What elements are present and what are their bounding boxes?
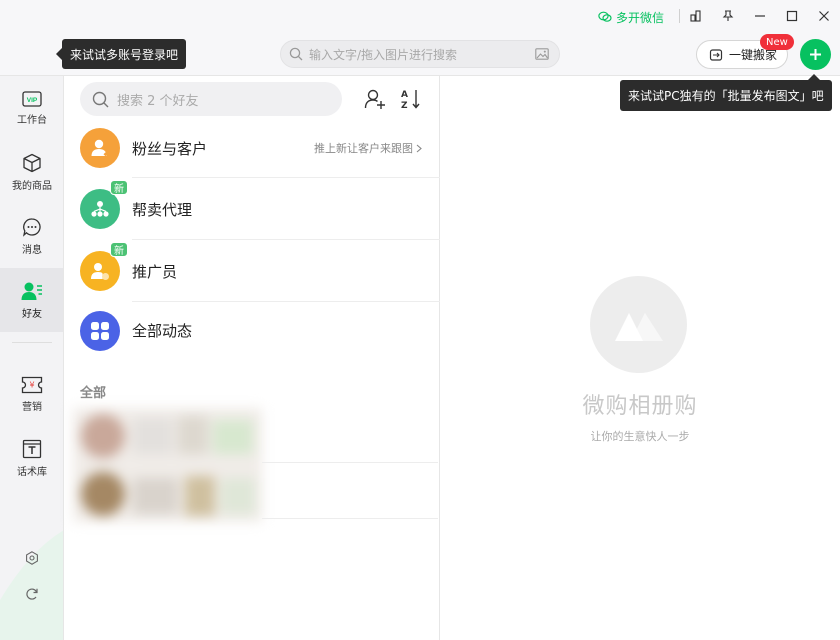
sidebar-item-scripts[interactable]: 话术库	[0, 426, 63, 490]
sidebar-item-workbench[interactable]: VIP 工作台	[0, 76, 63, 140]
list-item-resell-agents[interactable]: 新 帮卖代理	[64, 178, 440, 240]
section-all-header: 全部	[80, 386, 107, 401]
maximize-icon	[786, 10, 798, 22]
maximize-button[interactable]	[781, 6, 803, 26]
resell-agents-avatar	[80, 189, 120, 229]
list-item-all-moments[interactable]: 全部动态	[64, 302, 440, 359]
list-item-label: 推广员	[132, 262, 178, 281]
close-icon	[819, 11, 829, 21]
minimize-icon	[755, 15, 765, 17]
new-tag: 新	[110, 242, 128, 257]
multi-account-tooltip: 来试试多账号登录吧	[55, 39, 187, 69]
friend-search-placeholder: 搜索 2 个好友	[117, 93, 199, 109]
vip-workbench-icon: VIP	[22, 90, 42, 107]
list-item-label: 帮卖代理	[132, 200, 193, 219]
detail-pane: 微购相册购 让你的生意快人一步	[440, 76, 840, 640]
move-box-icon	[709, 48, 723, 61]
left-sidebar: VIP 工作台 我的商品 消息 好友 ¥ 营销 话术库	[0, 76, 64, 640]
sync-button[interactable]	[0, 580, 63, 608]
promoter-icon	[91, 263, 109, 280]
list-item-label: 粉丝与客户	[132, 139, 208, 158]
layout-toggle-button[interactable]	[685, 6, 707, 26]
fans-customers-avatar	[80, 128, 120, 168]
svg-text:A: A	[401, 90, 408, 100]
mountain-logo-icon	[614, 312, 663, 341]
pin-button[interactable]	[717, 6, 739, 26]
layout-icon	[690, 10, 701, 22]
svg-text:Z: Z	[401, 101, 408, 110]
sidebar-item-messages[interactable]: 消息	[0, 204, 63, 268]
empty-state-title: 微购相册购	[582, 394, 698, 419]
sort-button[interactable]: A Z	[398, 86, 424, 112]
chevron-right-icon	[416, 144, 422, 152]
sidebar-item-label: 工作台	[17, 114, 47, 126]
all-moments-avatar	[80, 310, 120, 351]
sidebar-item-label: 消息	[22, 244, 42, 256]
sidebar-item-products[interactable]: 我的商品	[0, 140, 63, 204]
row-divider	[262, 518, 438, 519]
plus-icon	[810, 49, 821, 60]
brand-logo	[590, 276, 687, 373]
fans-promo-link[interactable]: 推上新让客户来跟图	[314, 140, 422, 156]
network-icon	[91, 201, 109, 217]
sidebar-item-label: 营销	[22, 401, 42, 413]
marketing-ticket-icon: ¥	[21, 376, 43, 393]
new-badge: New	[760, 34, 794, 50]
customer-icon	[91, 139, 108, 157]
row-divider	[262, 462, 438, 463]
multi-wechat-button[interactable]: 多开微信	[598, 8, 664, 26]
empty-state-subtitle: 让你的生意快人一步	[590, 430, 690, 443]
refresh-icon	[26, 588, 38, 600]
add-button[interactable]	[800, 39, 831, 70]
new-tag: 新	[110, 180, 128, 195]
promoters-avatar	[80, 251, 120, 291]
sidebar-item-label: 我的商品	[12, 180, 52, 192]
list-item-promoters[interactable]: 新 推广员	[64, 240, 440, 302]
image-search-icon[interactable]	[535, 48, 549, 60]
search-icon	[289, 47, 303, 61]
add-user-icon	[364, 89, 385, 109]
svg-text:¥: ¥	[29, 380, 34, 389]
fans-promo-text: 推上新让客户来跟图	[314, 142, 413, 155]
sidebar-item-friends[interactable]: 好友	[0, 268, 63, 332]
script-library-icon	[22, 439, 42, 458]
sidebar-item-marketing[interactable]: ¥ 营销	[0, 362, 63, 426]
list-item-label: 全部动态	[132, 322, 193, 340]
global-search-input[interactable]: 输入文字/拖入图片进行搜索	[280, 40, 560, 68]
list-item-fans-customers[interactable]: 粉丝与客户 推上新让客户来跟图	[64, 118, 440, 178]
close-button[interactable]	[813, 6, 835, 26]
sidebar-item-label: 话术库	[17, 466, 47, 478]
batch-publish-tooltip: 来试试PC独有的「批量发布图文」吧	[620, 74, 832, 111]
settings-icon	[26, 551, 38, 565]
friends-icon	[21, 282, 42, 300]
titlebar-separator	[679, 9, 680, 23]
pin-icon	[722, 10, 734, 21]
sort-az-icon: A Z	[401, 90, 420, 110]
blurred-friend-avatars	[73, 408, 262, 522]
message-bubble-icon	[22, 217, 41, 237]
search-icon	[92, 91, 109, 107]
svg-text:VIP: VIP	[27, 97, 38, 104]
global-search-placeholder: 输入文字/拖入图片进行搜索	[309, 47, 458, 62]
sidebar-item-label: 好友	[22, 308, 42, 320]
friend-search-input[interactable]: 搜索 2 个好友	[80, 82, 342, 116]
wechat-icon	[598, 11, 612, 22]
minimize-button[interactable]	[749, 6, 771, 26]
multi-wechat-label: 多开微信	[616, 10, 665, 25]
grid-icon	[91, 321, 109, 340]
blurred-avatars-image	[73, 408, 262, 522]
sidebar-separator	[12, 342, 52, 343]
friends-panel: 搜索 2 个好友 A Z 粉丝与客户 推上新让客户来跟图 新 帮卖代理 新 推广…	[64, 76, 440, 640]
add-friend-button[interactable]	[362, 86, 388, 112]
settings-button[interactable]	[0, 544, 63, 572]
product-box-icon	[23, 153, 41, 172]
